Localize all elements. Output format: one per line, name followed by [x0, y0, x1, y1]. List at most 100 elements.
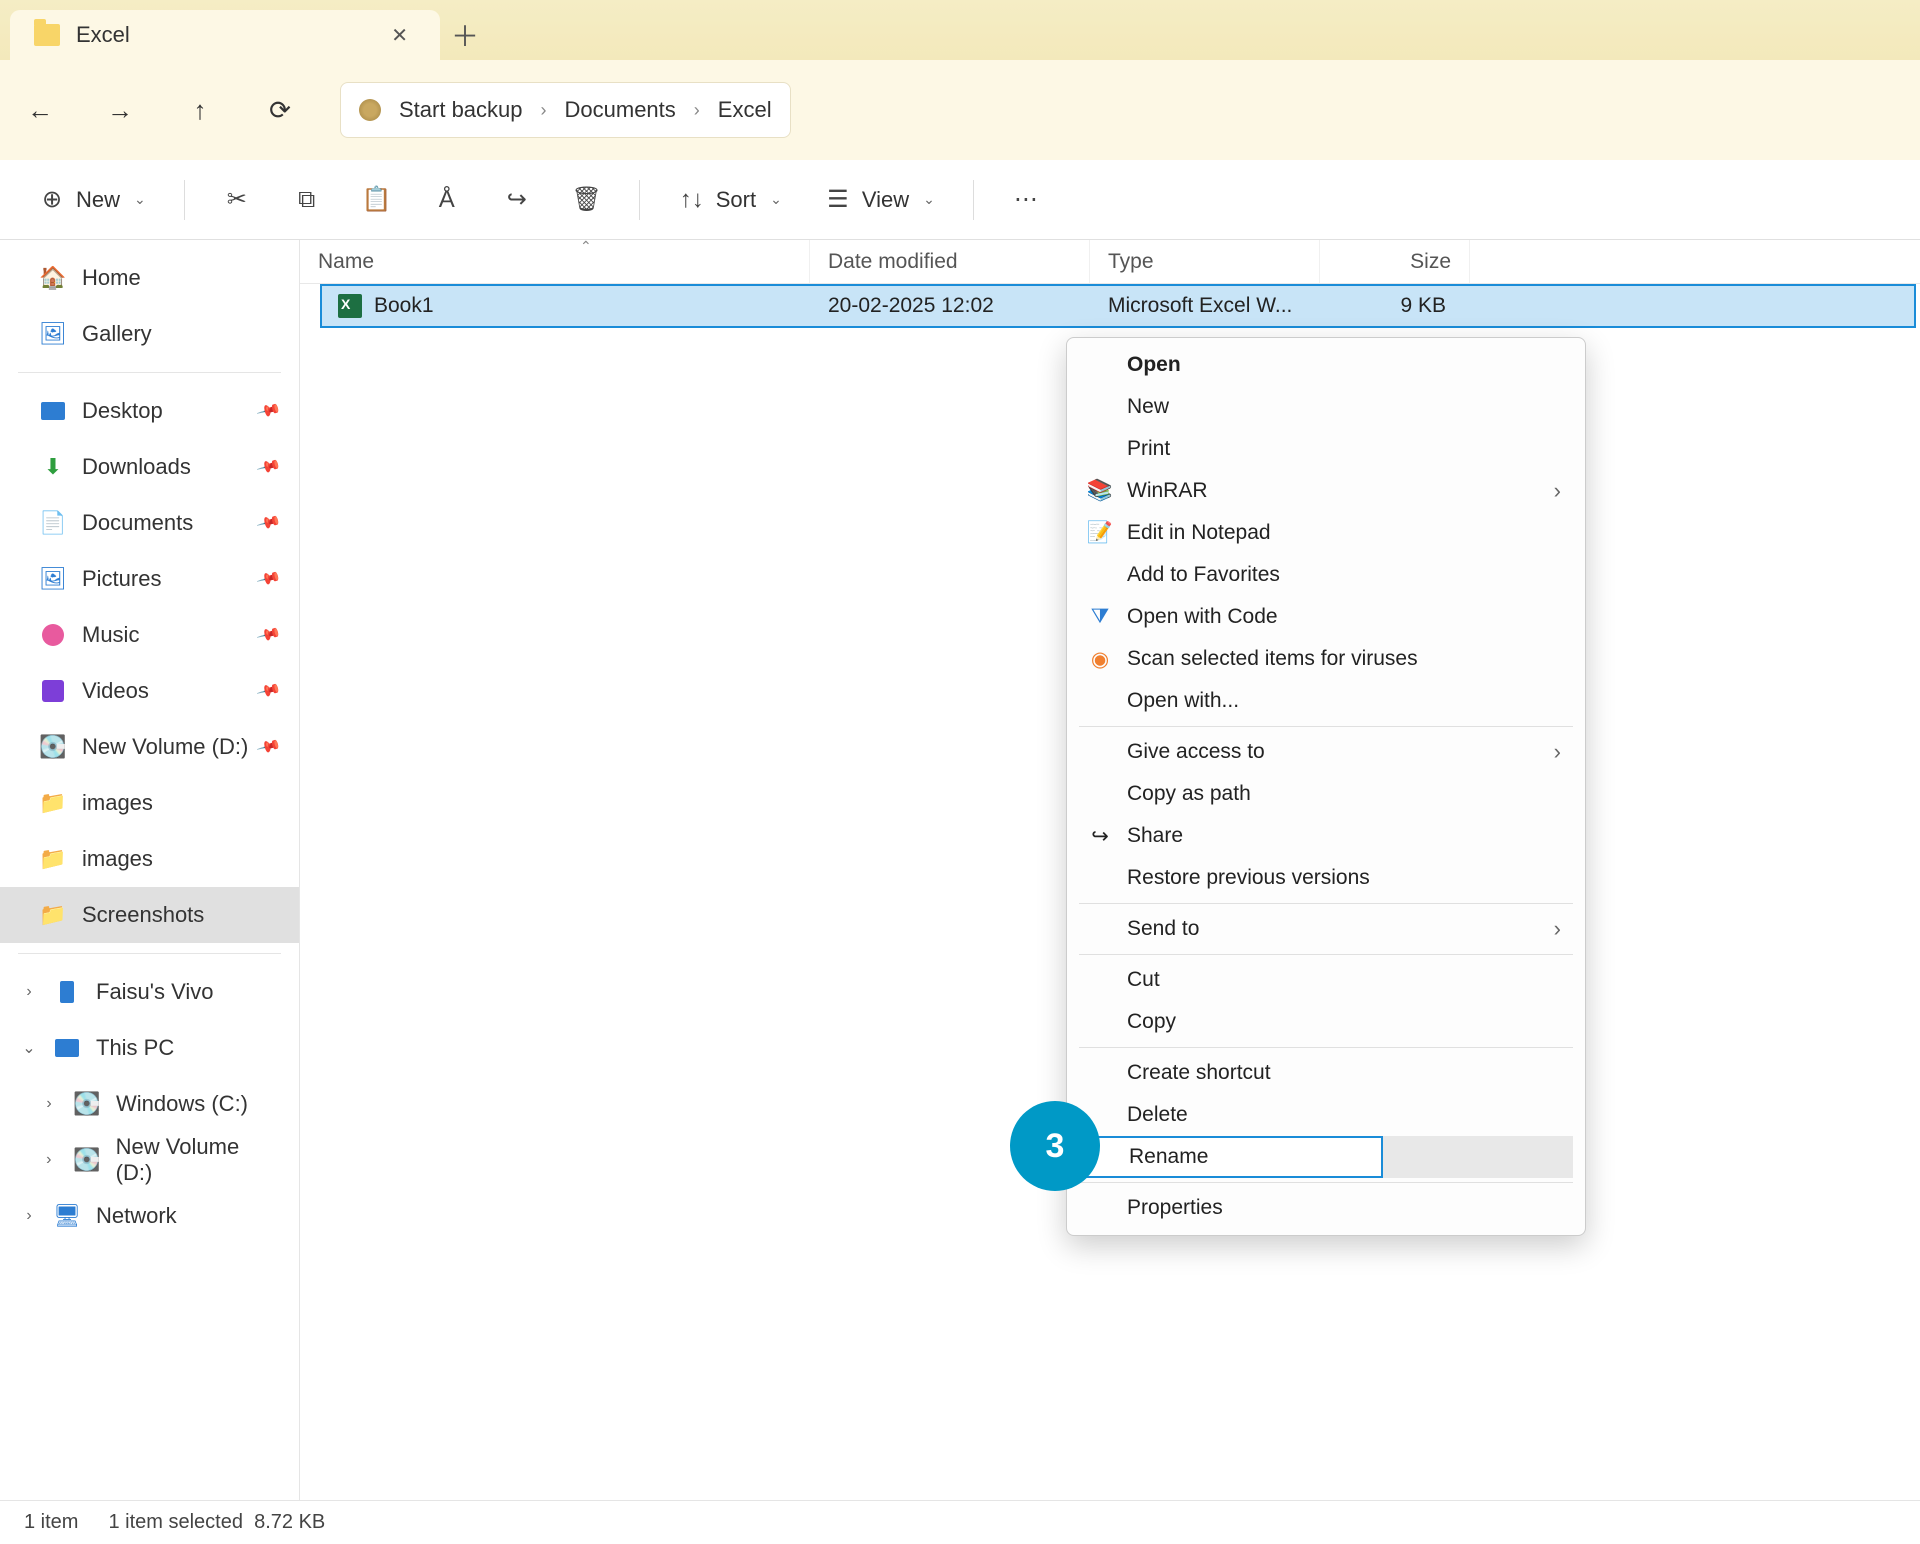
file-type-cell: Microsoft Excel W... — [1092, 294, 1322, 318]
sidebar-item-windows-c[interactable]: › 💽 Windows (C:) — [0, 1076, 299, 1132]
close-tab-button[interactable]: ✕ — [383, 19, 416, 52]
ctx-print[interactable]: Print — [1071, 428, 1581, 470]
copy-icon: ⧉ — [293, 186, 321, 214]
phone-icon — [54, 979, 80, 1005]
drive-icon: 💽 — [40, 734, 66, 760]
ctx-rename[interactable]: Rename — [1071, 1136, 1581, 1178]
home-icon: 🏠 — [40, 265, 66, 291]
shield-icon — [359, 99, 381, 121]
sidebar-item-screenshots[interactable]: 📁 Screenshots — [0, 887, 299, 943]
share-icon: ↪ — [1087, 823, 1113, 849]
tab-excel[interactable]: Excel ✕ — [10, 10, 440, 60]
trash-icon: 🗑 — [573, 186, 601, 214]
file-name-cell: Book1 — [322, 294, 812, 318]
breadcrumb-root[interactable]: Start backup — [399, 97, 523, 123]
chevron-right-icon[interactable]: › — [20, 1207, 38, 1225]
ctx-open-with[interactable]: Open with... — [1071, 680, 1581, 722]
pc-icon — [54, 1035, 80, 1061]
new-button[interactable]: ⊕ New ⌄ — [24, 175, 160, 225]
file-size-cell: 9 KB — [1322, 294, 1462, 318]
up-button[interactable]: ↑ — [180, 90, 220, 130]
rename-button[interactable]: Å — [419, 175, 475, 225]
breadcrumb[interactable]: Start backup › Documents › Excel — [340, 82, 791, 138]
ctx-winrar[interactable]: 📚 WinRAR — [1071, 470, 1581, 512]
sidebar-item-this-pc[interactable]: ⌄ This PC — [0, 1020, 299, 1076]
sidebar-item-home[interactable]: 🏠 Home — [0, 250, 299, 306]
forward-button[interactable]: → — [100, 90, 140, 130]
cut-button[interactable]: ✂ — [209, 175, 265, 225]
sidebar-item-music[interactable]: Music 📌 — [0, 607, 299, 663]
ctx-edit-notepad[interactable]: 📝 Edit in Notepad — [1071, 512, 1581, 554]
divider — [18, 953, 281, 954]
sidebar-item-images-2[interactable]: 📁 images — [0, 831, 299, 887]
sidebar-item-gallery[interactable]: 🖼 Gallery — [0, 306, 299, 362]
sidebar-label: Screenshots — [82, 902, 204, 928]
sidebar-label: Faisu's Vivo — [96, 979, 214, 1005]
sidebar-label: Gallery — [82, 321, 152, 347]
sidebar-item-images[interactable]: 📁 images — [0, 775, 299, 831]
ctx-new[interactable]: New — [1071, 386, 1581, 428]
paste-button[interactable]: 📋 — [349, 175, 405, 225]
delete-button[interactable]: 🗑 — [559, 175, 615, 225]
sidebar-item-downloads[interactable]: ⬇ Downloads 📌 — [0, 439, 299, 495]
ctx-give-access[interactable]: Give access to — [1071, 731, 1581, 773]
view-icon: ☰ — [824, 186, 852, 214]
chevron-down-icon: ⌄ — [134, 191, 146, 208]
context-menu: Open New Print 📚 WinRAR 📝 Edit in Notepa… — [1066, 337, 1586, 1236]
sidebar-item-newvolume-d[interactable]: 💽 New Volume (D:) 📌 — [0, 719, 299, 775]
share-button[interactable]: ↪ — [489, 175, 545, 225]
ctx-restore[interactable]: Restore previous versions — [1071, 857, 1581, 899]
ctx-add-favorites[interactable]: Add to Favorites — [1071, 554, 1581, 596]
ctx-open-code[interactable]: ⧩ Open with Code — [1071, 596, 1581, 638]
divider — [18, 372, 281, 373]
chevron-down-icon[interactable]: ⌄ — [20, 1038, 38, 1058]
column-header-name[interactable]: Name — [300, 240, 810, 283]
chevron-right-icon[interactable]: › — [40, 1095, 58, 1113]
sidebar-item-faisu-vivo[interactable]: › Faisu's Vivo — [0, 964, 299, 1020]
sort-button[interactable]: ↑↓ Sort ⌄ — [664, 175, 796, 225]
sidebar-item-pictures[interactable]: 🖼 Pictures 📌 — [0, 551, 299, 607]
ctx-delete[interactable]: Delete — [1071, 1094, 1581, 1136]
breadcrumb-documents[interactable]: Documents — [565, 97, 676, 123]
sidebar-item-documents[interactable]: 📄 Documents 📌 — [0, 495, 299, 551]
sidebar-label: Network — [96, 1203, 177, 1229]
sort-indicator-icon: ⌃ — [580, 238, 592, 255]
more-button[interactable]: ⋯ — [998, 175, 1054, 225]
drive-icon: 💽 — [74, 1091, 100, 1117]
column-header-type[interactable]: Type — [1090, 240, 1320, 283]
view-label: View — [862, 187, 909, 213]
breadcrumb-excel[interactable]: Excel — [718, 97, 772, 123]
new-tab-button[interactable]: ＋ — [440, 10, 490, 60]
back-button[interactable]: ← — [20, 90, 60, 130]
file-row-book1[interactable]: Book1 20-02-2025 12:02 Microsoft Excel W… — [320, 284, 1916, 328]
ctx-properties[interactable]: Properties — [1071, 1187, 1581, 1229]
sidebar-item-newvolume-d-2[interactable]: › 💽 New Volume (D:) — [0, 1132, 299, 1188]
ctx-share[interactable]: ↪ Share — [1071, 815, 1581, 857]
drive-icon: 💽 — [74, 1147, 100, 1173]
sidebar-item-desktop[interactable]: Desktop 📌 — [0, 383, 299, 439]
separator — [1079, 726, 1573, 727]
ctx-open[interactable]: Open — [1071, 344, 1581, 386]
ctx-send-to[interactable]: Send to — [1071, 908, 1581, 950]
ctx-create-shortcut[interactable]: Create shortcut — [1071, 1052, 1581, 1094]
rename-icon: Å — [433, 186, 461, 214]
refresh-button[interactable]: ⟳ — [260, 90, 300, 130]
notepad-icon: 📝 — [1087, 520, 1113, 546]
sidebar-label: This PC — [96, 1035, 174, 1061]
tab-bar: Excel ✕ ＋ — [0, 0, 1920, 60]
copy-button[interactable]: ⧉ — [279, 175, 335, 225]
ctx-copy-path[interactable]: Copy as path — [1071, 773, 1581, 815]
view-button[interactable]: ☰ View ⌄ — [810, 175, 949, 225]
sidebar-label: Home — [82, 265, 141, 291]
ctx-scan-virus[interactable]: ◉ Scan selected items for viruses — [1071, 638, 1581, 680]
sidebar-item-videos[interactable]: Videos 📌 — [0, 663, 299, 719]
column-header-size[interactable]: Size — [1320, 240, 1470, 283]
column-header-date[interactable]: Date modified — [810, 240, 1090, 283]
sidebar-item-network[interactable]: › 🖥 Network — [0, 1188, 299, 1244]
chevron-right-icon[interactable]: › — [40, 1151, 58, 1169]
separator — [184, 180, 185, 220]
ctx-copy[interactable]: Copy — [1071, 1001, 1581, 1043]
ctx-cut[interactable]: Cut — [1071, 959, 1581, 1001]
folder-icon — [34, 24, 60, 46]
chevron-right-icon[interactable]: › — [20, 983, 38, 1001]
